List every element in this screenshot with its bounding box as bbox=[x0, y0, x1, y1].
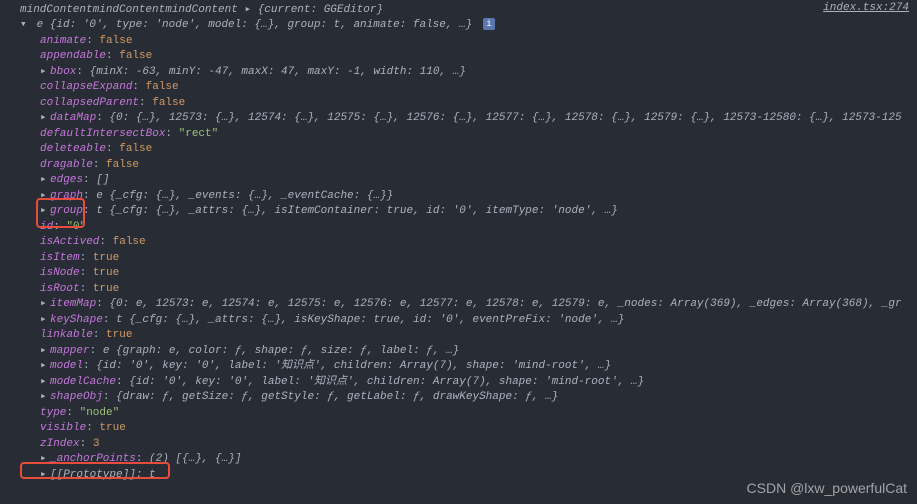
breadcrumb-value: {current: GGEditor} bbox=[258, 4, 383, 16]
source-link[interactable]: index.tsx:274 bbox=[823, 2, 909, 16]
breadcrumb: mindContentmindContentmindContent bbox=[20, 4, 238, 16]
expand-toggle[interactable]: ▸ bbox=[40, 204, 50, 218]
prop-row[interactable]: ▸model: {id: '0', key: '0', label: '知识点'… bbox=[0, 359, 917, 375]
prop-row[interactable]: isItem: true bbox=[0, 251, 917, 267]
prop-row[interactable]: ▸mapper: e {graph: e, color: ƒ, shape: ƒ… bbox=[0, 344, 917, 360]
prop-row[interactable]: deleteable: false bbox=[0, 142, 917, 158]
prop-row[interactable]: isRoot: true bbox=[0, 282, 917, 298]
prop-row[interactable]: ▸keyShape: t {_cfg: {…}, _attrs: {…}, is… bbox=[0, 313, 917, 329]
expand-toggle[interactable]: ▸ bbox=[40, 65, 50, 79]
prop-row[interactable]: ▸edges: [] bbox=[0, 173, 917, 189]
prop-row[interactable]: ▸itemMap: {0: e, 12573: e, 12574: e, 125… bbox=[0, 297, 917, 313]
prop-row[interactable]: ▸bbox: {minX: -63, minY: -47, maxX: 47, … bbox=[0, 65, 917, 81]
prop-row[interactable]: dragable: false bbox=[0, 158, 917, 174]
prop-row[interactable]: type: "node" bbox=[0, 406, 917, 422]
expand-toggle[interactable]: ▾ bbox=[20, 18, 30, 32]
prop-row[interactable]: ▸group: t {_cfg: {…}, _attrs: {…}, isIte… bbox=[0, 204, 917, 220]
prop-row[interactable]: ▸graph: e {_cfg: {…}, _events: {…}, _eve… bbox=[0, 189, 917, 205]
prop-row[interactable]: id: "0" bbox=[0, 220, 917, 236]
prop-row[interactable]: defaultIntersectBox: "rect" bbox=[0, 127, 917, 143]
expand-toggle[interactable]: ▸ bbox=[40, 189, 50, 203]
prop-row[interactable]: linkable: true bbox=[0, 328, 917, 344]
prop-row[interactable]: animate: false bbox=[0, 34, 917, 50]
expand-toggle[interactable]: ▸ bbox=[40, 297, 50, 311]
expand-toggle[interactable]: ▸ bbox=[40, 375, 50, 389]
prop-row[interactable]: isActived: false bbox=[0, 235, 917, 251]
prop-row[interactable]: ▸shapeObj: {draw: ƒ, getSize: ƒ, getStyl… bbox=[0, 390, 917, 406]
expand-toggle[interactable]: ▸ bbox=[40, 111, 50, 125]
prop-row[interactable]: collapsedParent: false bbox=[0, 96, 917, 112]
expand-toggle[interactable]: ▸ bbox=[40, 359, 50, 373]
prop-row[interactable]: appendable: false bbox=[0, 49, 917, 65]
expand-toggle[interactable]: ▸ bbox=[40, 173, 50, 187]
expand-toggle[interactable]: ▸ bbox=[40, 468, 50, 482]
prop-row[interactable]: collapseExpand: false bbox=[0, 80, 917, 96]
expand-toggle[interactable]: ▸ bbox=[40, 452, 50, 466]
prop-row[interactable]: isNode: true bbox=[0, 266, 917, 282]
prop-row[interactable]: ▸modelCache: {id: '0', key: '0', label: … bbox=[0, 375, 917, 391]
expand-toggle[interactable]: ▸ bbox=[40, 344, 50, 358]
object-summary[interactable]: e {id: '0', type: 'node', model: {…}, gr… bbox=[37, 19, 473, 31]
expand-toggle[interactable]: ▸ bbox=[40, 313, 50, 327]
info-icon[interactable]: i bbox=[483, 18, 495, 30]
prop-row[interactable]: zIndex: 3 bbox=[0, 437, 917, 453]
prop-row[interactable]: visible: true bbox=[0, 421, 917, 437]
expand-toggle[interactable]: ▸ bbox=[40, 390, 50, 404]
prop-row[interactable]: ▸_anchorPoints: (2) [{…}, {…}] bbox=[0, 452, 917, 468]
breadcrumb-arrow: ▸ bbox=[244, 4, 251, 16]
prop-row[interactable]: ▸dataMap: {0: {…}, 12573: {…}, 12574: {…… bbox=[0, 111, 917, 127]
watermark: CSDN @lxw_powerfulCat bbox=[747, 480, 907, 496]
